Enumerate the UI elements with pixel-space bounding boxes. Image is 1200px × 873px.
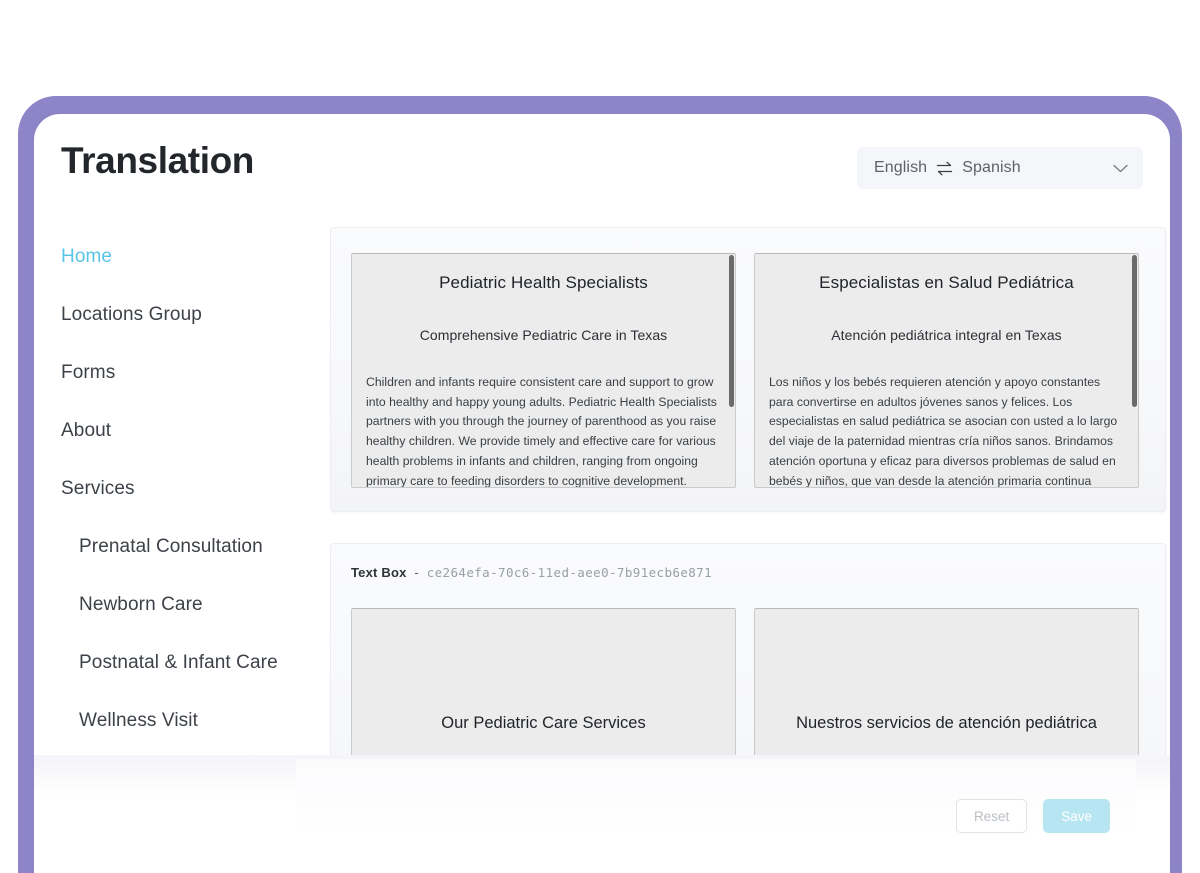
sidebar-item-forms[interactable]: Forms — [34, 344, 330, 402]
sidebar-item-developmental-delay[interactable]: Developmental Delay — [34, 750, 330, 808]
page-title: Translation — [61, 140, 254, 181]
panel-label-uuid: ce264efa-70c6-11ed-aee0-7b91ecb6e871 — [426, 565, 713, 580]
language-pair-selector[interactable]: English Spanish — [857, 147, 1143, 189]
source-language-label: English — [874, 159, 928, 176]
sidebar-nav: Home Locations Group Forms About Service… — [34, 210, 330, 873]
sidebar-item-postnatal-infant-care[interactable]: Postnatal & Infant Care — [34, 634, 330, 692]
target-paragraph-1: Los niños y los bebés requieren atención… — [769, 374, 1118, 488]
sidebar-item-services[interactable]: Services — [34, 460, 330, 518]
target-body: Los niños y los bebés requieren atención… — [769, 373, 1124, 488]
swap-horizontal-icon — [936, 161, 953, 176]
target-heading: Especialistas en Salud Pediátrica — [819, 273, 1074, 292]
source-paragraph-1: Children and infants require consistent … — [366, 374, 717, 488]
target-subheading: Atención pediátrica integral en Texas — [831, 326, 1062, 343]
save-button[interactable]: Save — [1043, 799, 1110, 833]
sidebar-item-newborn-care[interactable]: Newborn Care — [34, 576, 330, 634]
target-text-box[interactable]: Especialistas en Salud Pediátrica Atenci… — [754, 253, 1139, 488]
footer-action-bar: Reset Save — [296, 759, 1136, 873]
inner-save-button[interactable]: Save — [1140, 833, 1170, 860]
sidebar-item-prenatal-consultation[interactable]: Prenatal Consultation — [34, 518, 330, 576]
reset-button[interactable]: Reset — [955, 799, 1028, 833]
panel-label-name: Text Box — [351, 565, 407, 580]
screenshot-stage: Translation English Spanish Home Locatio… — [0, 0, 1200, 873]
source-body: Children and infants require consistent … — [366, 373, 721, 488]
panel-label: Text Box - ce264efa-70c6-11ed-aee0-7b91e… — [351, 565, 712, 580]
source-text-box[interactable]: Pediatric Health Specialists Comprehensi… — [351, 253, 736, 488]
target-scrollbar-thumb[interactable] — [1132, 255, 1137, 407]
source-heading: Pediatric Health Specialists — [439, 273, 648, 292]
chevron-down-icon[interactable] — [1112, 163, 1129, 174]
app-header: Translation English Spanish — [34, 114, 1170, 210]
sidebar-item-locations-group[interactable]: Locations Group — [34, 286, 330, 344]
sidebar-item-about[interactable]: About — [34, 402, 330, 460]
source-subheading: Comprehensive Pediatric Care in Texas — [419, 326, 668, 343]
sidebar-item-chronic-illness[interactable]: Chronic Illness — [34, 808, 330, 866]
source-scrollbar-thumb[interactable] — [729, 255, 734, 407]
footer-button-row: Reset Save — [955, 799, 1110, 833]
translation-panel: Pediatric Health Specialists Comprehensi… — [330, 227, 1166, 512]
target-language-label: Spanish — [962, 159, 1021, 176]
translation-pair-row: Pediatric Health Specialists Comprehensi… — [351, 253, 1139, 488]
panel-label-separator: - — [414, 565, 419, 580]
sidebar-item-wellness-visit[interactable]: Wellness Visit — [34, 692, 330, 750]
sidebar-item-home[interactable]: Home — [34, 228, 330, 286]
